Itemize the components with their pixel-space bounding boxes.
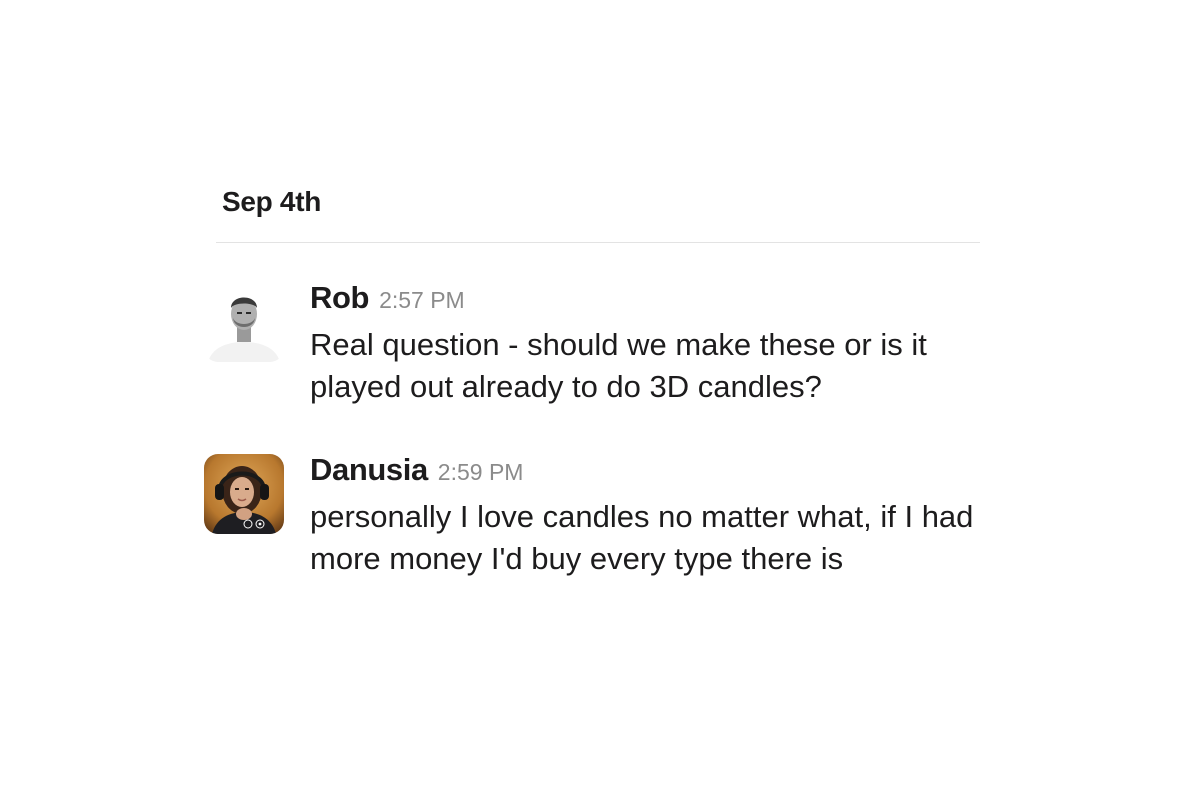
message-timestamp[interactable]: 2:57 PM: [379, 287, 465, 314]
user-photo-icon: [204, 454, 284, 534]
message-header: Rob 2:57 PM: [310, 280, 990, 316]
chat-view: Sep 4th Rob 2:57 PM Real question - shou…: [0, 0, 1200, 800]
author-name[interactable]: Rob: [310, 280, 369, 316]
author-name[interactable]: Danusia: [310, 452, 428, 488]
message-header: Danusia 2:59 PM: [310, 452, 990, 488]
avatar[interactable]: [204, 454, 284, 534]
date-divider-line: [216, 242, 980, 243]
avatar[interactable]: [204, 282, 284, 362]
date-divider-label: Sep 4th: [222, 186, 322, 217]
message-text: Real question - should we make these or …: [310, 327, 927, 404]
user-photo-icon: [204, 282, 284, 362]
message-body: Danusia 2:59 PM personally I love candle…: [310, 452, 990, 580]
crop-mask: [0, 587, 1200, 800]
message-text: personally I love candles no matter what…: [310, 499, 974, 576]
message-timestamp[interactable]: 2:59 PM: [438, 459, 524, 486]
message-body: Rob 2:57 PM Real question - should we ma…: [310, 280, 990, 408]
